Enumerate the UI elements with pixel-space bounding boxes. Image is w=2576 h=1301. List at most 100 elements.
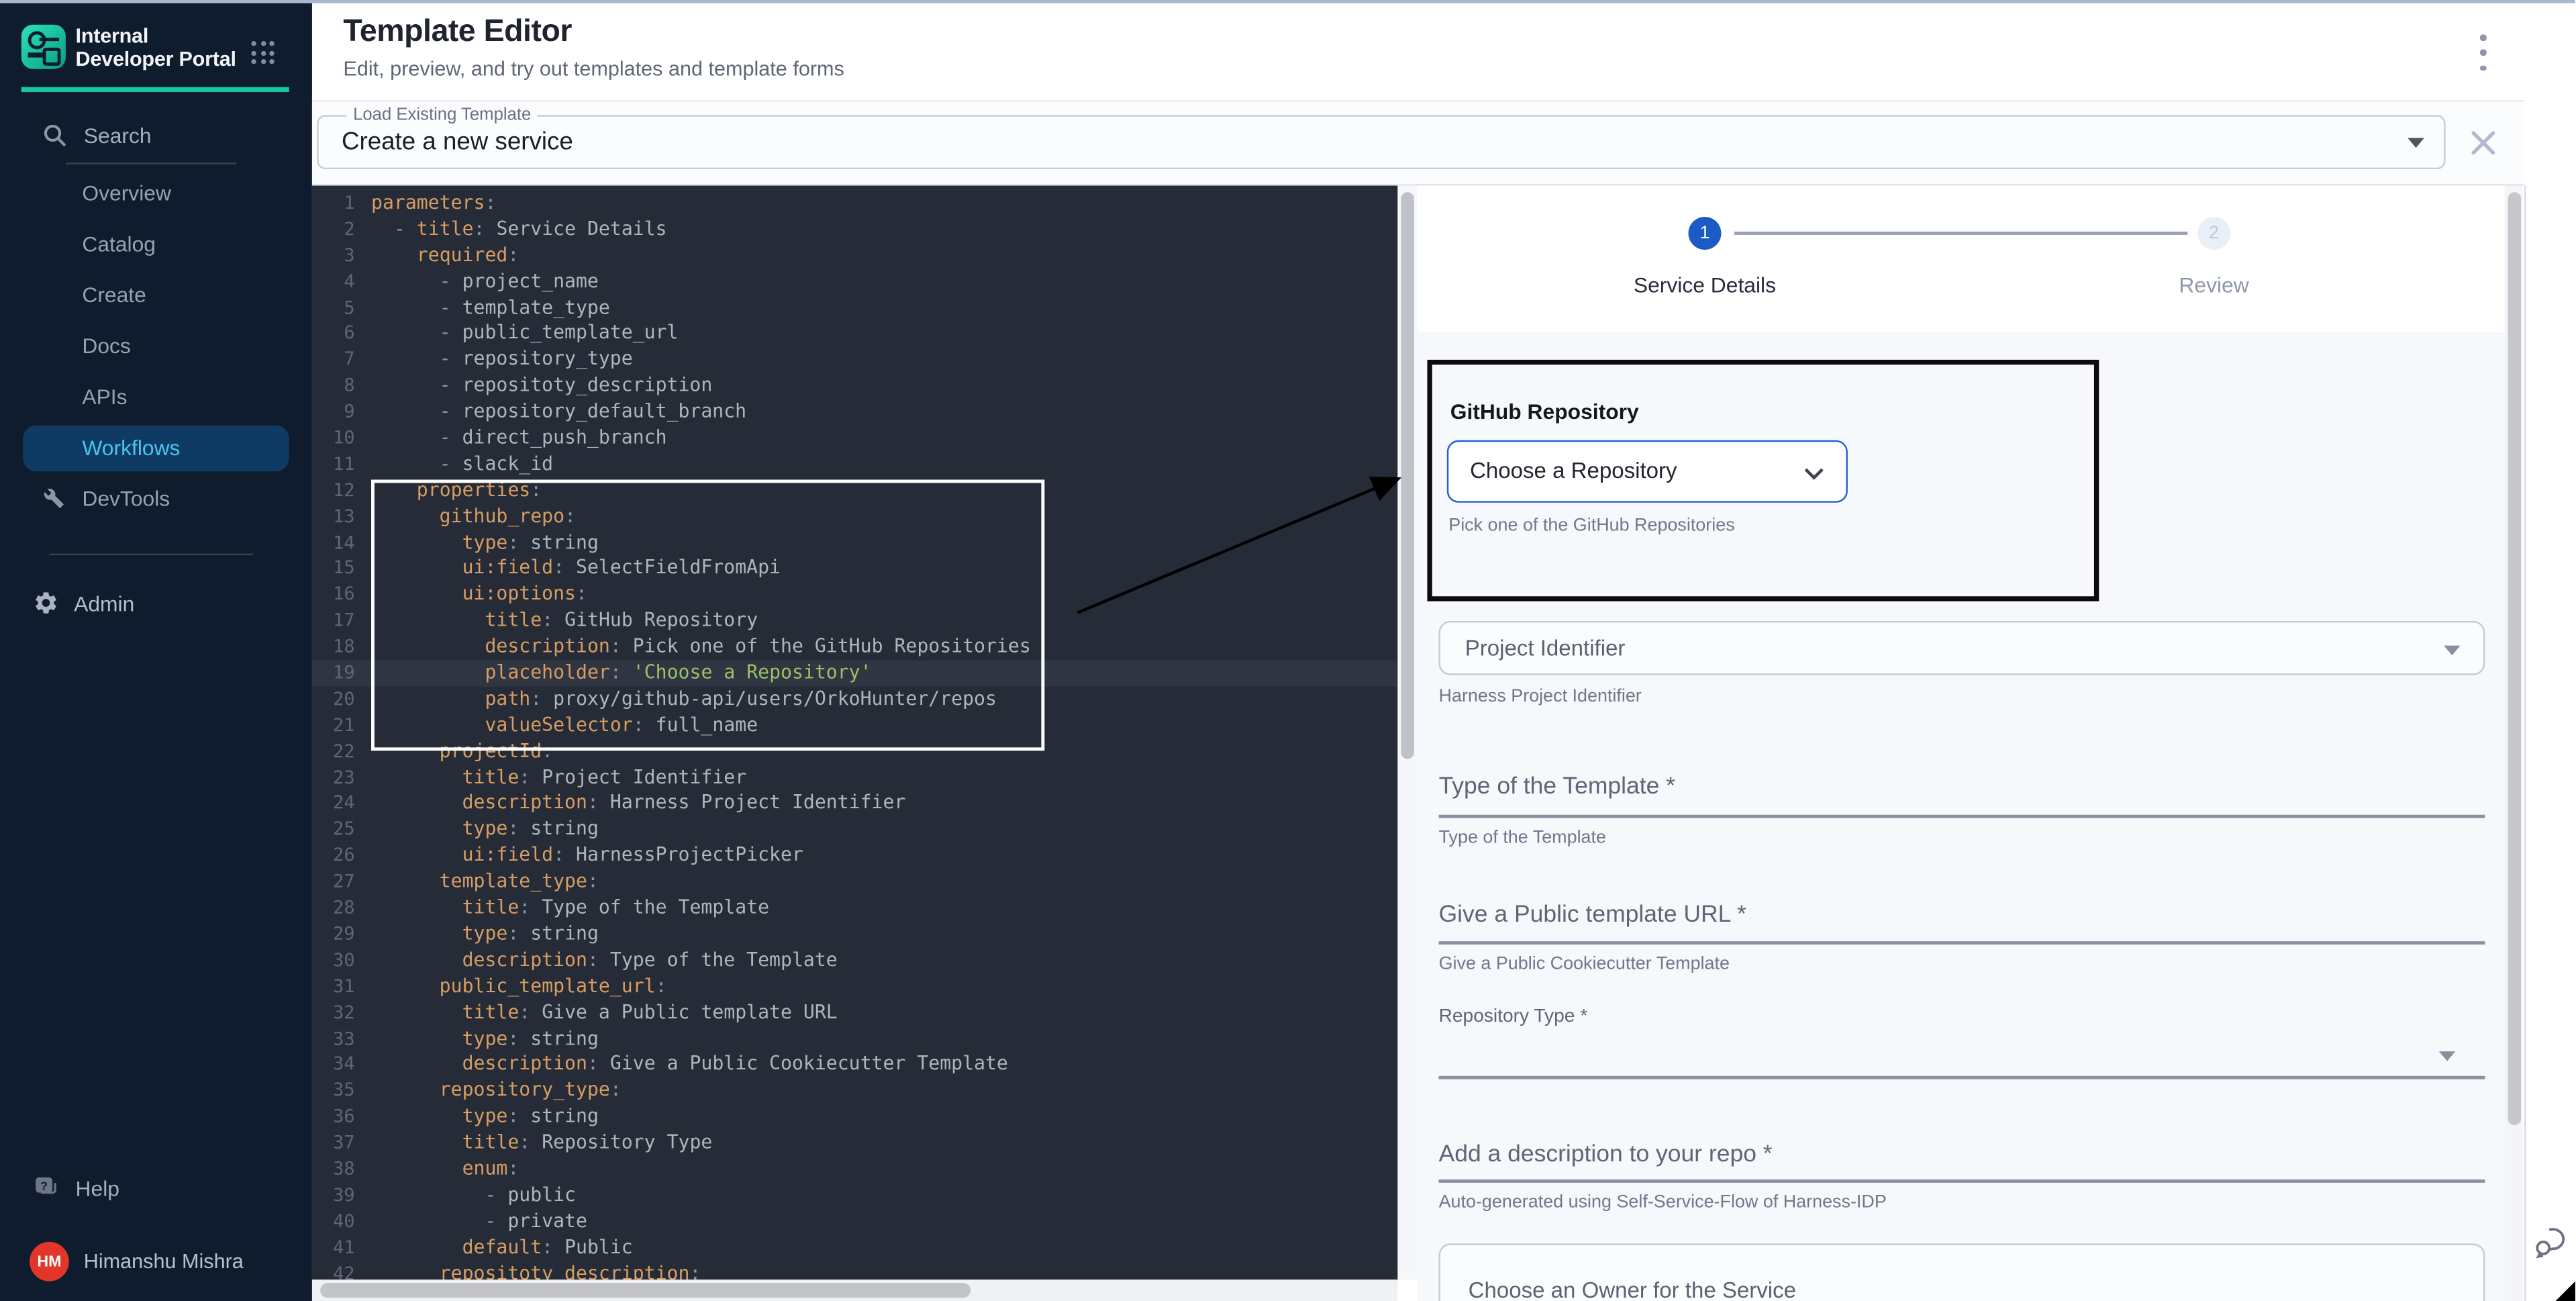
code-line-32: 32 title: Give a Public template URL — [312, 1000, 1397, 1026]
sidebar-item-label: Catalog — [82, 232, 156, 256]
dropdown-caret-icon — [2444, 646, 2460, 656]
code-line-23: 23 title: Project Identifier — [312, 765, 1397, 791]
github-repository-helper: Pick one of the GitHub Repositories — [1448, 516, 1734, 535]
scrollbar-thumb[interactable] — [1401, 192, 1414, 759]
sidebar-item-create[interactable]: Create — [0, 269, 312, 320]
repository-type-label: Repository Type * — [1439, 1007, 1588, 1026]
code-line-26: 26 ui:field: HarnessProjectPicker — [312, 843, 1397, 869]
sidebar-item-label: DevTools — [82, 486, 170, 511]
code-line-34: 34 description: Give a Public Cookiecutt… — [312, 1052, 1397, 1078]
wrench-icon — [43, 486, 66, 509]
template-type-label: Type of the Template * — [1439, 774, 1675, 800]
app-root: Internal Developer Portal Search Overvie… — [0, 0, 2575, 1301]
code-line-36: 36 type: string — [312, 1104, 1397, 1130]
form-preview-panel: 1 2 Service Details Review GitHub Reposi… — [1418, 186, 2526, 1301]
sidebar-item-admin[interactable]: Admin — [0, 580, 312, 626]
select-floating-label: Load Existing Template — [346, 105, 538, 125]
annotation-rectangle-editor — [371, 480, 1044, 751]
code-line-39: 39 - public — [312, 1182, 1397, 1208]
select-value: Choose an Owner for the Service — [1469, 1278, 1796, 1301]
chevron-down-icon — [1803, 467, 1825, 481]
sidebar-item-workflows[interactable]: Workflows — [23, 425, 289, 471]
panel-scrollbar[interactable] — [2505, 186, 2523, 1301]
top-strip — [0, 0, 2575, 3]
sidebar-item-apis[interactable]: APIs — [0, 371, 312, 422]
dropdown-caret-icon — [2439, 1051, 2455, 1061]
select-value: Create a new service — [342, 128, 573, 156]
kebab-menu-icon[interactable] — [2472, 34, 2495, 70]
annotation-rectangle-form: GitHub Repository Choose a Repository Pi… — [1427, 360, 2099, 601]
sidebar-item-label: Workflows — [82, 435, 180, 460]
github-repository-select[interactable]: Choose a Repository — [1447, 440, 1848, 503]
stepper-step-1[interactable]: 1 — [1689, 217, 1722, 250]
search-icon — [43, 122, 68, 147]
code-line-37: 37 title: Repository Type — [312, 1130, 1397, 1157]
sidebar-item-overview[interactable]: Overview — [0, 168, 312, 219]
sidebar-item-label: Overview — [82, 181, 171, 205]
logo-bar — [28, 52, 44, 56]
select-value: Choose a Repository — [1470, 459, 1677, 483]
sidebar-item-help[interactable]: ? Help — [0, 1165, 312, 1211]
public-template-url-input[interactable] — [1439, 941, 2485, 944]
load-existing-template-select[interactable]: Load Existing Template Create a new serv… — [317, 115, 2445, 169]
code-line-10: 10 - direct_push_branch — [312, 426, 1397, 452]
code-line-25: 25 type: string — [312, 817, 1397, 843]
project-identifier-select[interactable]: Project Identifier — [1439, 621, 2485, 675]
code-line-41: 41 default: Public — [312, 1235, 1397, 1261]
code-line-2: 2 - title: Service Details — [312, 217, 1397, 243]
admin-label: Admin — [74, 591, 134, 616]
template-type-input[interactable] — [1439, 815, 2485, 818]
apps-grid-icon[interactable] — [251, 41, 274, 64]
page-subtitle: Edit, preview, and try out templates and… — [343, 58, 844, 81]
sidebar-item-label: Create — [82, 283, 146, 307]
public-template-url-label: Give a Public template URL * — [1439, 902, 1746, 928]
logo-square — [43, 47, 61, 65]
sidebar-search[interactable]: Search — [0, 111, 312, 158]
code-line-4: 4 - project_name — [312, 269, 1397, 295]
template-type-helper: Type of the Template — [1439, 828, 1606, 847]
stepper-connector — [1734, 232, 2187, 234]
project-identifier-helper: Harness Project Identifier — [1439, 687, 1642, 706]
scrollbar-thumb[interactable] — [2507, 192, 2520, 1125]
editor-horizontal-scrollbar[interactable] — [312, 1280, 1397, 1301]
github-repository-label: GitHub Repository — [1450, 399, 1639, 424]
repository-type-select[interactable] — [1439, 1076, 2485, 1079]
chevron-down-icon — [2408, 138, 2424, 148]
code-line-35: 35 repository_type: — [312, 1078, 1397, 1104]
code-line-33: 33 type: string — [312, 1026, 1397, 1052]
stepper-step-2[interactable]: 2 — [2197, 217, 2230, 250]
help-label: Help — [76, 1175, 119, 1200]
scrollbar-thumb[interactable] — [320, 1283, 971, 1298]
code-line-31: 31 public_template_url: — [312, 973, 1397, 1000]
search-label: Search — [84, 122, 152, 147]
sidebar-divider — [66, 162, 236, 164]
chat-bubbles-icon[interactable] — [2534, 1224, 2571, 1260]
owner-select[interactable]: Choose an Owner for the Service — [1439, 1243, 2485, 1301]
code-line-8: 8 - repositoty_description — [312, 373, 1397, 399]
sidebar-item-label: Docs — [82, 334, 130, 358]
sidebar-divider — [49, 554, 252, 555]
user-name: Himanshu Mishra — [84, 1250, 244, 1273]
close-icon[interactable] — [2469, 128, 2498, 158]
code-line-6: 6 - public_template_url — [312, 321, 1397, 347]
code-line-24: 24 description: Harness Project Identifi… — [312, 791, 1397, 817]
page-title: Template Editor — [343, 15, 572, 51]
sidebar-item-label: APIs — [82, 385, 127, 409]
sidebar-item-devtools[interactable]: DevTools — [0, 473, 312, 524]
repo-description-input[interactable] — [1439, 1179, 2485, 1182]
gear-icon — [33, 589, 59, 616]
code-line-3: 3 required: — [312, 243, 1397, 269]
stepper-label-review: Review — [2140, 273, 2287, 297]
code-line-29: 29 type: string — [312, 922, 1397, 948]
code-line-27: 27 template_type: — [312, 869, 1397, 896]
sidebar-nav: Overview Catalog Create Docs APIs Workflows De… — [0, 168, 312, 524]
sidebar-user[interactable]: HM Himanshu Mishra — [0, 1237, 312, 1286]
sidebar-item-docs[interactable]: Docs — [0, 320, 312, 371]
editor-vertical-scrollbar[interactable] — [1397, 186, 1417, 1280]
sidebar-item-catalog[interactable]: Catalog — [0, 218, 312, 269]
svg-text:?: ? — [40, 1178, 48, 1192]
code-line-7: 7 - repository_type — [312, 347, 1397, 373]
help-chat-icon: ? — [33, 1173, 61, 1202]
idp-logo-icon[interactable] — [21, 25, 66, 69]
avatar: HM — [30, 1242, 69, 1282]
